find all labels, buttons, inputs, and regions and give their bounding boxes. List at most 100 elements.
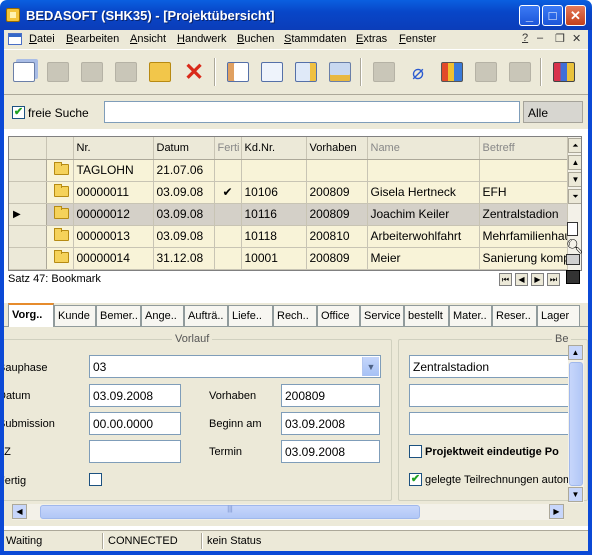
print-icon[interactable] bbox=[472, 58, 500, 86]
tab-auftraege[interactable]: Aufträ.. bbox=[184, 305, 228, 326]
grid-header-name[interactable]: Name bbox=[367, 137, 480, 160]
link-icon[interactable] bbox=[370, 58, 398, 86]
cell-nr[interactable]: 00000014 bbox=[73, 247, 154, 270]
copy-icon[interactable] bbox=[112, 58, 140, 86]
menu-bearbeiten[interactable]: Bearbeiten bbox=[66, 33, 119, 45]
cell-kdnr[interactable] bbox=[241, 159, 307, 182]
cell-name[interactable]: Joachim Keiler bbox=[367, 203, 480, 226]
cell-name[interactable]: Meier bbox=[367, 247, 480, 270]
table-row[interactable]: 00000013 03.09.08 10118 200810 Arbeiterw… bbox=[9, 225, 573, 248]
row-selector[interactable] bbox=[9, 181, 47, 204]
cell-nr[interactable]: TAGLOHN bbox=[73, 159, 154, 182]
cell-datum[interactable]: 31.12.08 bbox=[153, 247, 215, 270]
table-row[interactable]: TAGLOHN 21.07.06 bbox=[9, 159, 573, 182]
cell-kdnr[interactable]: 10118 bbox=[241, 225, 307, 248]
cell-datum[interactable]: 03.09.08 bbox=[153, 225, 215, 248]
cell-fertig[interactable] bbox=[214, 247, 242, 270]
new-document-icon[interactable] bbox=[10, 58, 38, 86]
mdi-minimize-icon[interactable]: – bbox=[537, 32, 543, 44]
scroll-up-icon[interactable]: ▲ bbox=[568, 155, 581, 170]
betreff-field-3[interactable] bbox=[409, 412, 569, 435]
next-record-icon[interactable]: ▶ bbox=[531, 273, 544, 286]
grid-header-betreff[interactable]: Betreff bbox=[479, 137, 573, 160]
betreff-field-2[interactable] bbox=[409, 384, 569, 407]
tab-vorgang[interactable]: Vorg.. bbox=[8, 303, 54, 327]
tab-office[interactable]: Office bbox=[317, 305, 360, 326]
settings-icon[interactable] bbox=[326, 58, 354, 86]
scroll-left-icon[interactable]: ◀ bbox=[12, 504, 27, 519]
save-icon[interactable] bbox=[566, 270, 580, 284]
tab-kunde[interactable]: Kunde bbox=[54, 305, 96, 326]
datum-field[interactable]: 03.09.2008 bbox=[89, 384, 181, 407]
report-icon[interactable] bbox=[292, 58, 320, 86]
menu-help[interactable]: ? bbox=[522, 32, 528, 44]
scroll-top-icon[interactable]: ⏶ bbox=[568, 138, 581, 153]
grid-header-datum[interactable]: Datum bbox=[153, 137, 215, 160]
menu-fenster[interactable]: Fenster bbox=[399, 33, 436, 45]
termin-field[interactable]: 03.09.2008 bbox=[281, 440, 380, 463]
mdi-restore-icon[interactable]: ❐ bbox=[555, 32, 565, 45]
cell-nr[interactable]: 00000011 bbox=[73, 181, 154, 204]
tab-material[interactable]: Mater.. bbox=[449, 305, 492, 326]
print-icon[interactable] bbox=[566, 254, 580, 265]
cell-name[interactable]: Arbeiterwohlfahrt bbox=[367, 225, 480, 248]
panel-hscroll-thumb[interactable]: ||| bbox=[40, 505, 420, 519]
bauphase-select[interactable]: 03 ▼ bbox=[89, 355, 381, 378]
menu-stammdaten[interactable]: Stammdaten bbox=[284, 33, 346, 45]
close-button[interactable]: ✕ bbox=[565, 5, 586, 26]
cell-vorhaben[interactable]: 200809 bbox=[306, 247, 368, 270]
tab-rechnungen[interactable]: Rech.. bbox=[273, 305, 317, 326]
document-menu-icon[interactable] bbox=[8, 33, 22, 45]
menu-datei[interactable]: Datei bbox=[29, 33, 55, 45]
row-selector[interactable] bbox=[9, 159, 47, 182]
search-input[interactable] bbox=[104, 101, 520, 123]
menu-ansicht[interactable]: Ansicht bbox=[130, 33, 166, 45]
menu-extras[interactable]: Extras bbox=[356, 33, 387, 45]
cell-betreff[interactable]: Mehrfamilienhau bbox=[479, 225, 573, 248]
prev-record-icon[interactable]: ◀ bbox=[515, 273, 528, 286]
scroll-up-icon[interactable]: ▲ bbox=[568, 345, 583, 360]
menu-buchen[interactable]: Buchen bbox=[237, 33, 274, 45]
free-search-checkbox[interactable]: ✔ bbox=[12, 106, 25, 119]
cell-betreff[interactable]: EFH bbox=[479, 181, 573, 204]
chevron-down-icon[interactable]: ▼ bbox=[362, 357, 379, 376]
cell-nr[interactable]: 00000013 bbox=[73, 225, 154, 248]
books-icon[interactable] bbox=[550, 58, 578, 86]
beginn-field[interactable]: 03.09.2008 bbox=[281, 412, 380, 435]
cell-name[interactable] bbox=[367, 159, 480, 182]
panel-vertical-scrollbar[interactable]: ▲ ▼ bbox=[568, 345, 584, 503]
table-row[interactable]: 00000014 31.12.08 10001 200809 Meier San… bbox=[9, 247, 573, 270]
cell-datum[interactable]: 03.09.08 bbox=[153, 181, 215, 204]
edit-icon[interactable] bbox=[44, 58, 72, 86]
cell-kdnr[interactable]: 10001 bbox=[241, 247, 307, 270]
cell-fertig[interactable]: ✔ bbox=[214, 181, 242, 204]
teilrechnungen-checkbox[interactable]: ✔ bbox=[409, 473, 422, 486]
tab-lager[interactable]: Lager bbox=[537, 305, 580, 326]
vorhaben-field[interactable]: 200809 bbox=[281, 384, 380, 407]
app-icon[interactable] bbox=[6, 8, 20, 22]
search-scope[interactable]: Alle bbox=[523, 101, 583, 123]
submission-field[interactable]: 00.00.0000 bbox=[89, 412, 181, 435]
cell-vorhaben[interactable] bbox=[306, 159, 368, 182]
cell-fertig[interactable] bbox=[214, 225, 242, 248]
cell-betreff[interactable] bbox=[479, 159, 573, 182]
row-selector[interactable] bbox=[9, 225, 47, 248]
cell-kdnr[interactable]: 10116 bbox=[241, 203, 307, 226]
cell-fertig[interactable] bbox=[214, 203, 242, 226]
tab-reservierung[interactable]: Reser.. bbox=[492, 305, 537, 326]
search-icon[interactable]: 🔍︎ bbox=[566, 238, 584, 255]
tab-lieferscheine[interactable]: Liefe.. bbox=[228, 305, 273, 326]
scroll-right-icon[interactable]: ▶ bbox=[549, 504, 564, 519]
cell-vorhaben[interactable]: 200810 bbox=[306, 225, 368, 248]
cell-betreff[interactable]: Sanierung komp bbox=[479, 247, 573, 270]
contact-card-icon[interactable] bbox=[224, 58, 252, 86]
maximize-button[interactable]: □ bbox=[542, 5, 563, 26]
first-record-icon[interactable]: ⏮ bbox=[499, 273, 512, 286]
panel-scroll-thumb[interactable] bbox=[569, 362, 583, 486]
page-icon[interactable] bbox=[567, 222, 578, 236]
scroll-down-icon[interactable]: ▼ bbox=[568, 172, 581, 187]
delete-icon[interactable]: ✕ bbox=[180, 58, 208, 86]
tab-angebote[interactable]: Ange.. bbox=[141, 305, 184, 326]
table-row[interactable]: 00000011 03.09.08 ✔ 10106 200809 Gisela … bbox=[9, 181, 573, 204]
scroll-bottom-icon[interactable]: ⏷ bbox=[568, 189, 581, 204]
